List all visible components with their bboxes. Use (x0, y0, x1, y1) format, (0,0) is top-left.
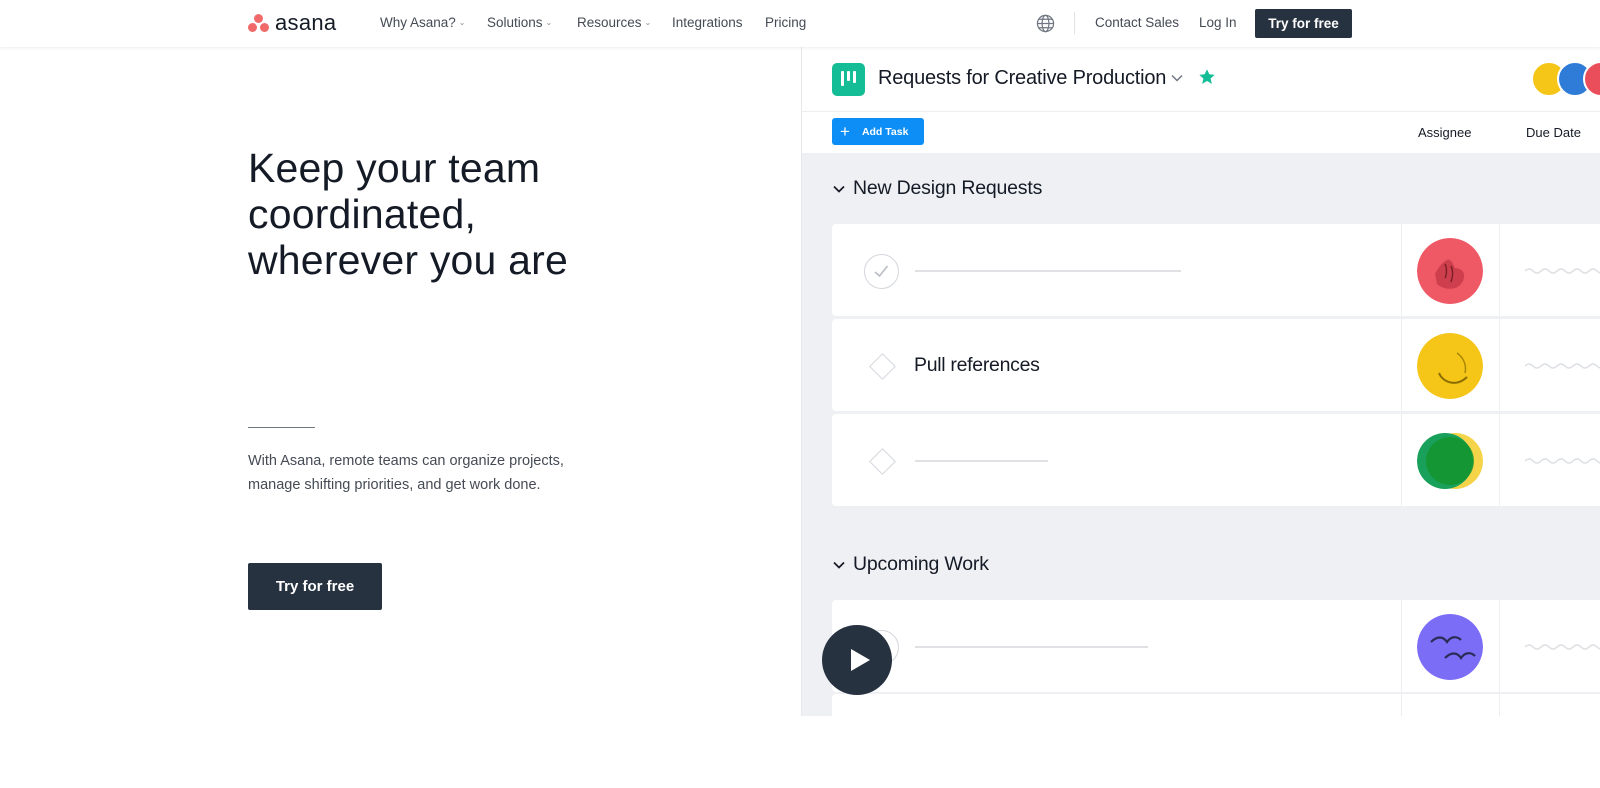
hero-title: Keep your team coordinated, wherever you… (248, 145, 728, 283)
cell-divider (1401, 224, 1402, 316)
chevron-down-icon[interactable] (1170, 71, 1184, 85)
cell-divider (1499, 224, 1500, 316)
milestone-checkbox[interactable] (869, 448, 896, 475)
task-name-placeholder (915, 646, 1148, 648)
task-name-placeholder (915, 460, 1048, 462)
chevron-down-icon (833, 185, 845, 193)
due-date-placeholder (1525, 363, 1600, 369)
star-icon[interactable] (1198, 68, 1216, 86)
add-task-button[interactable]: + Add Task (832, 118, 924, 145)
cell-divider (1401, 600, 1402, 692)
asana-logo[interactable]: asana (248, 12, 336, 34)
column-header-assignee[interactable]: Assignee (1418, 125, 1471, 140)
asana-logo-icon (248, 13, 269, 33)
milestone-checkbox[interactable] (869, 353, 896, 380)
assignee-avatar[interactable] (1417, 428, 1483, 494)
nav-pricing[interactable]: Pricing (765, 15, 806, 30)
add-task-label: Add Task (861, 125, 909, 138)
section-name: New Design Requests (853, 177, 1043, 199)
cell-divider (1401, 319, 1402, 411)
nav-pricing-label: Pricing (765, 15, 807, 30)
nav-why-asana-label: Why Asana? (380, 15, 456, 30)
hero-title-line-1: Keep your team (248, 145, 541, 191)
due-date-placeholder (1525, 268, 1600, 274)
hero-divider (248, 427, 315, 428)
plus-icon: + (840, 122, 850, 141)
task-name[interactable]: Pull references (914, 354, 1040, 377)
assignee-avatar[interactable] (1417, 614, 1483, 680)
task-row[interactable]: Pull references (832, 319, 1600, 411)
project-title: Requests for Creative Production (878, 67, 1167, 89)
project-board-icon (832, 63, 865, 96)
hero-title-line-3: wherever you are (248, 237, 568, 283)
logo-text: asana (275, 10, 337, 35)
nav-solutions-label: Solutions (487, 15, 543, 30)
try-for-free-nav-button[interactable]: Try for free (1255, 9, 1352, 38)
play-icon (851, 649, 870, 671)
cell-divider (1499, 414, 1500, 506)
contact-sales-link[interactable]: Contact Sales (1095, 15, 1179, 30)
assignee-avatar[interactable] (1417, 238, 1483, 304)
assignee-avatar[interactable] (1417, 333, 1483, 399)
task-name-placeholder (915, 270, 1181, 272)
nav-resources[interactable]: Resources ⌄ (577, 15, 651, 30)
task-row[interactable] (832, 224, 1600, 316)
hero-description: With Asana, remote teams can organize pr… (248, 450, 608, 497)
cell-divider (1499, 319, 1500, 411)
section-header-new-design-requests[interactable]: New Design Requests (832, 177, 1042, 200)
top-navigation: asana Why Asana? ⌄ Solutions ⌄ Resources… (0, 0, 1600, 47)
section-header-upcoming-work[interactable]: Upcoming Work (832, 553, 989, 576)
nav-integrations[interactable]: Integrations (672, 15, 743, 30)
project-header: Requests for Creative Production (802, 47, 1600, 112)
cell-divider (1401, 694, 1402, 716)
nav-solutions[interactable]: Solutions ⌄ (487, 15, 552, 30)
globe-icon[interactable] (1036, 14, 1055, 33)
nav-why-asana[interactable]: Why Asana? ⌄ (380, 15, 466, 30)
task-complete-checkbox[interactable] (864, 254, 899, 289)
task-list: New Design Requests Pull references Upco… (802, 153, 1600, 716)
chevron-down-icon: ⌄ (545, 18, 553, 27)
try-for-free-hero-button[interactable]: Try for free (248, 563, 382, 610)
column-header-due-date[interactable]: Due Date (1526, 125, 1581, 140)
due-date-placeholder (1525, 644, 1600, 650)
play-video-button[interactable] (822, 625, 892, 695)
hero-title-line-2: coordinated, (248, 191, 477, 237)
task-row[interactable] (832, 600, 1600, 692)
cell-divider (1401, 414, 1402, 506)
log-in-link[interactable]: Log In (1199, 15, 1237, 30)
nav-divider (1074, 12, 1075, 34)
cell-divider (1499, 694, 1500, 716)
task-row[interactable] (832, 414, 1600, 506)
due-date-placeholder (1525, 458, 1600, 464)
task-row[interactable] (832, 694, 1600, 716)
chevron-down-icon (833, 561, 845, 569)
project-members-avatars[interactable] (1531, 61, 1600, 98)
hero-description-line-2: manage shifting priorities, and get work… (248, 476, 541, 493)
chevron-down-icon: ⌄ (644, 18, 652, 27)
checkmark-icon (874, 265, 889, 278)
nav-resources-label: Resources (577, 15, 642, 30)
hero-description-line-1: With Asana, remote teams can organize pr… (248, 453, 564, 469)
product-mockup: Requests for Creative Production + Add T… (801, 47, 1600, 716)
cell-divider (1499, 600, 1500, 692)
project-toolbar: + Add Task Assignee Due Date (802, 113, 1600, 154)
chevron-down-icon: ⌄ (458, 18, 466, 27)
section-name: Upcoming Work (853, 553, 989, 575)
nav-integrations-label: Integrations (672, 15, 743, 30)
